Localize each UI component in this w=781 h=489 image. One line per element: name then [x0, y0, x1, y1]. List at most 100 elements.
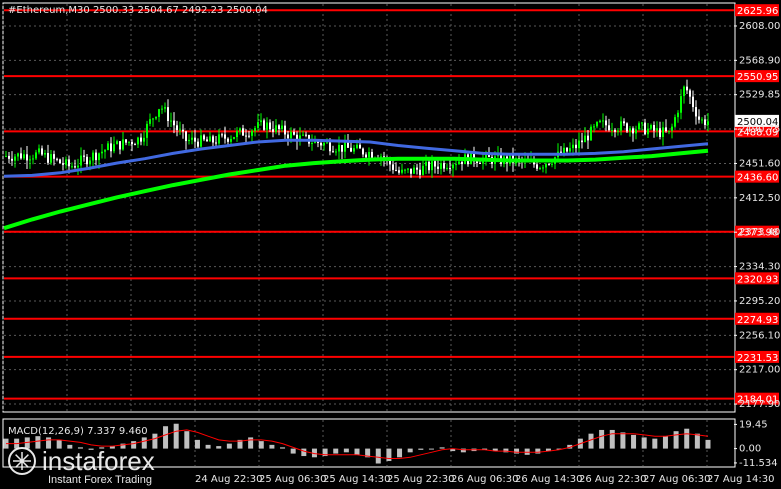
candle-body: [59, 159, 61, 164]
candle-body: [302, 134, 304, 136]
candle-body: [188, 139, 190, 142]
macd-hist-bar: [588, 433, 594, 449]
trading-chart-svg: 2625.962550.952488.092436.602373.982320.…: [2, 2, 780, 486]
candle-body: [608, 125, 610, 131]
candle-body: [98, 153, 100, 161]
candle-body: [260, 120, 262, 123]
macd-y-tick-label: 19.45: [739, 419, 768, 430]
macd-hist-bar: [662, 436, 668, 449]
candle-body: [479, 162, 481, 164]
candle-body: [551, 163, 553, 165]
macd-hist-bar: [705, 439, 711, 449]
candle-body: [269, 122, 271, 130]
candle-body: [284, 125, 286, 135]
candle-body: [662, 127, 664, 137]
candle-body: [368, 151, 370, 158]
candle-body: [278, 125, 280, 130]
candle-body: [173, 120, 175, 126]
candle-body: [356, 144, 358, 149]
macd-hist-bar: [684, 428, 690, 449]
macd-hist-bar: [609, 429, 615, 449]
candle-body: [50, 154, 52, 163]
chart-title: #Ethereum,M30 2500.33 2504.67 2492.23 25…: [8, 5, 268, 16]
candle-body: [227, 138, 229, 142]
macd-hist-bar: [194, 439, 200, 449]
candle-body: [704, 119, 706, 125]
candle-body: [56, 158, 58, 160]
moving-averages: [3, 138, 709, 231]
logo-star-icon: [13, 452, 31, 470]
candle-body: [83, 155, 85, 157]
candle-body: [305, 134, 307, 136]
candle-body: [152, 118, 154, 120]
candle-body: [212, 136, 214, 143]
candle-body: [11, 158, 13, 161]
level-label: 2231.53: [737, 353, 778, 364]
macd-hist-bar: [599, 429, 605, 449]
macd-hist-bar: [205, 444, 211, 449]
candle-body: [656, 128, 658, 131]
candle-body: [680, 96, 682, 113]
candle-body: [14, 156, 16, 161]
candle-body: [659, 128, 661, 137]
candle-body: [371, 151, 373, 158]
candle-body: [311, 143, 313, 145]
grid-lines: [2, 4, 734, 466]
candle-body: [626, 123, 628, 132]
price-panel-frame: [2, 2, 736, 413]
candle-body: [638, 123, 640, 130]
candle-body: [218, 134, 220, 144]
candle-body: [92, 152, 94, 161]
candle-body: [686, 86, 688, 91]
candle-body: [242, 128, 244, 136]
x-tick-label: 26 Aug 14:30: [515, 474, 582, 485]
candle-body: [455, 164, 457, 166]
y-tick-label: 2177.90: [739, 399, 780, 410]
candle-body: [476, 161, 478, 163]
candle-body: [107, 143, 109, 151]
candle-body: [539, 168, 541, 170]
candle-body: [338, 144, 340, 152]
candle-body: [431, 161, 433, 171]
candle-body: [170, 120, 172, 122]
macd-hist-bar: [397, 448, 403, 458]
macd-hist-bar: [280, 447, 286, 449]
candle-body: [623, 121, 625, 124]
y-tick-label: 2373.40: [739, 227, 780, 238]
candle-body: [404, 169, 406, 171]
watermark-brand: instaforex: [42, 446, 155, 476]
candle-body: [602, 120, 604, 122]
candle-body: [422, 165, 424, 175]
candle-body: [158, 109, 160, 117]
candle-body: [692, 96, 694, 108]
candle-body: [344, 142, 346, 152]
candle-body: [20, 153, 22, 159]
candle-body: [416, 167, 418, 170]
macd-hist-bar: [290, 448, 296, 454]
candle-body: [65, 159, 67, 165]
candle-body: [593, 126, 595, 128]
candle-body: [230, 138, 232, 142]
candle-body: [62, 163, 64, 165]
candle-body: [320, 142, 322, 146]
y-tick-label: 2529.85: [739, 90, 780, 101]
macd-hist-bar: [333, 448, 339, 454]
candle-body: [17, 153, 19, 157]
candle-body: [353, 148, 355, 152]
candle-body: [458, 161, 460, 165]
macd-hist-bar: [216, 446, 222, 449]
candle-body: [599, 120, 601, 123]
candle-body: [104, 150, 106, 152]
macd-hist-bar: [694, 433, 700, 449]
level-label: 2320.93: [737, 274, 778, 285]
candle-body: [545, 163, 547, 168]
y-tick-label: 2568.90: [739, 55, 780, 66]
candle-body: [233, 137, 235, 139]
candle-body: [41, 148, 43, 155]
candle-body: [413, 167, 415, 174]
candle-body: [80, 155, 82, 166]
candle-body: [203, 135, 205, 140]
chart-window: 2625.96 2550.95 2488.09 2436.60 2373.98 2320.…: [0, 0, 781, 489]
x-tick-label: 25 Aug 06:30: [259, 474, 326, 485]
candle-body: [428, 161, 430, 171]
